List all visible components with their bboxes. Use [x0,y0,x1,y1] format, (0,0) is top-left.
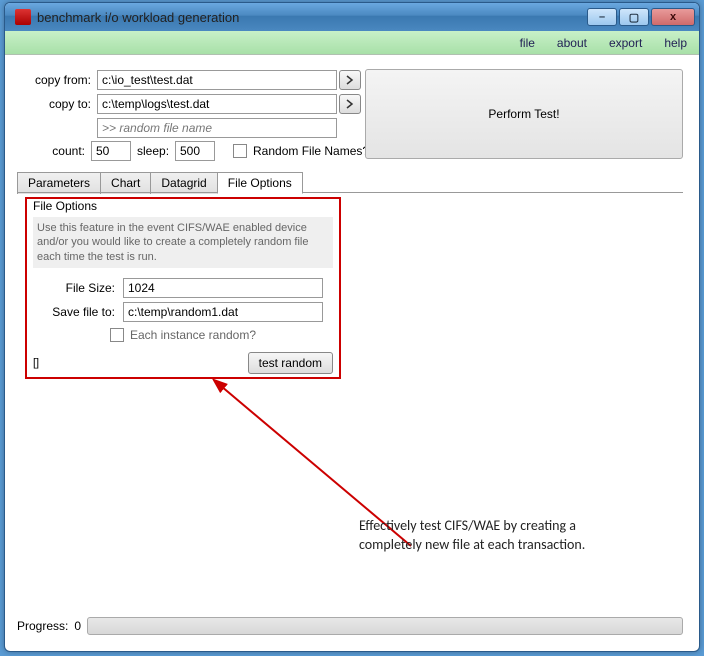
tab-border [17,192,683,193]
app-icon [15,9,31,25]
count-sleep-row: count: sleep: Random File Names? [17,141,369,161]
save-file-label: Save file to: [33,305,119,319]
tab-parameters[interactable]: Parameters [17,172,101,194]
random-filename-input[interactable] [97,118,337,138]
test-random-button[interactable]: test random [248,352,333,374]
random-filenames-label: Random File Names? [253,144,369,158]
file-size-label: File Size: [33,281,119,295]
top-form: copy from: copy to: [17,69,363,139]
menu-about[interactable]: about [557,36,587,50]
progress-bar [87,617,683,635]
copy-from-dropdown[interactable] [339,70,361,90]
chevron-right-icon [345,75,355,85]
close-button[interactable]: x [651,8,695,26]
client-area: copy from: copy to: count: sleep: Random… [11,61,693,643]
tabstrip: Parameters Chart Datagrid File Options [17,171,302,193]
copy-to-dropdown[interactable] [339,94,361,114]
file-options-buttonrow: [] test random [33,352,333,374]
file-options-title: File Options [33,199,333,213]
count-label: count: [17,144,85,158]
tab-datagrid[interactable]: Datagrid [150,172,217,194]
menu-export[interactable]: export [609,36,642,50]
titlebar[interactable]: benchmark i/o workload generation – ▢ x [5,3,699,31]
each-instance-label: Each instance random? [130,328,256,342]
test-random-label: test random [259,356,322,370]
each-instance-row: Each instance random? [33,328,333,342]
file-size-input[interactable] [123,278,323,298]
tab-chart[interactable]: Chart [100,172,151,194]
count-input[interactable] [91,141,131,161]
minimize-button[interactable]: – [587,8,617,26]
window-title: benchmark i/o workload generation [37,10,587,25]
copy-from-label: copy from: [17,73,95,87]
each-instance-checkbox[interactable] [110,328,124,342]
progress-label: Progress: [17,619,68,633]
chevron-right-icon [345,99,355,109]
progress-row: Progress: 0 [17,617,683,635]
sleep-label: sleep: [137,144,169,158]
file-options-grid: File Size: Save file to: [33,278,333,322]
tab-file-options[interactable]: File Options [217,172,303,194]
file-options-description: Use this feature in the event CIFS/WAE e… [33,217,333,268]
menu-file[interactable]: file [520,36,535,50]
menu-help[interactable]: help [664,36,687,50]
sleep-input[interactable] [175,141,215,161]
copy-to-input[interactable] [97,94,337,114]
file-options-group: File Options Use this feature in the eve… [25,197,341,379]
perform-test-label: Perform Test! [488,107,559,121]
random-filenames-checkbox[interactable] [233,144,247,158]
window-buttons: – ▢ x [587,8,695,26]
annotation-text: Effectively test CIFS/WAE by creating a … [359,517,629,555]
save-file-input[interactable] [123,302,323,322]
menubar: file about export help [5,31,699,55]
app-window: benchmark i/o workload generation – ▢ x … [4,2,700,652]
copy-from-input[interactable] [97,70,337,90]
copy-to-label: copy to: [17,97,95,111]
perform-test-button[interactable]: Perform Test! [365,69,683,159]
file-options-status: [] [33,357,39,369]
progress-value: 0 [74,619,81,633]
maximize-button[interactable]: ▢ [619,8,649,26]
